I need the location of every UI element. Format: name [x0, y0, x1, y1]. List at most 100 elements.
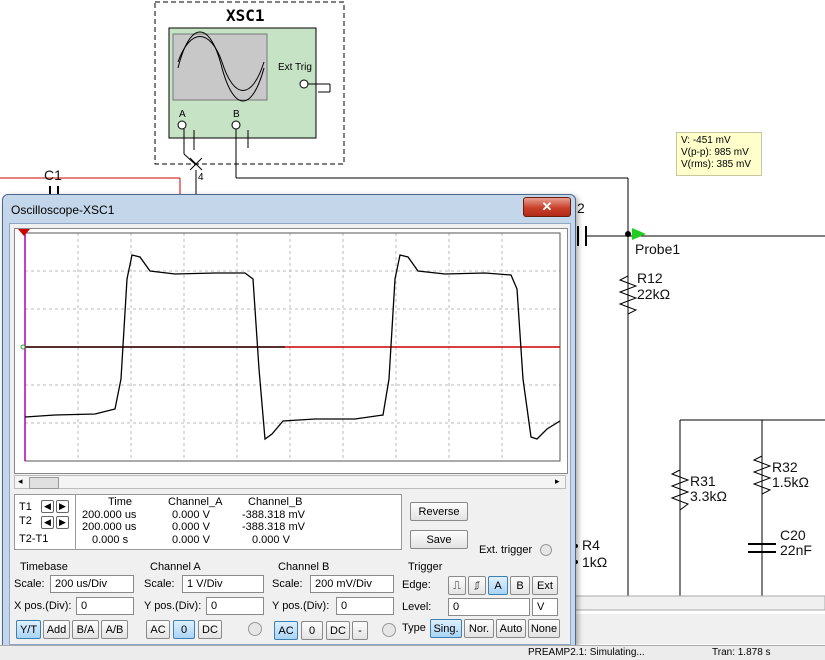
probe-v: V: -451 mV — [681, 135, 731, 146]
r4-value: 1kΩ — [582, 554, 608, 570]
c2-label: 2 — [577, 200, 585, 216]
status-message: PREAMP2.1: Simulating... — [528, 647, 645, 658]
falling-edge-icon[interactable]: ⎎ — [468, 576, 486, 595]
channel-b-zero-button[interactable]: 0 — [301, 621, 323, 640]
save-button[interactable]: Save — [410, 530, 468, 549]
c20-value: 22nF — [780, 542, 812, 558]
r31-value: 3.3kΩ — [690, 488, 727, 504]
mode-ab-button[interactable]: A/B — [101, 620, 128, 639]
channel-a-scale-field[interactable]: 1 V/Div — [182, 575, 264, 593]
c20-name: C20 — [780, 527, 806, 543]
col-channel-b: Channel_B — [248, 496, 303, 508]
channel-b-ypos-field[interactable]: 0 — [336, 597, 394, 615]
channel-b-terminal-label: B — [233, 109, 240, 120]
r32-value: 1.5kΩ — [772, 474, 809, 490]
oscilloscope-window: Oscilloscope-XSC1 ✕ ◂ ▸ T1 T2 T2-T1 ◀ ▶ … — [2, 194, 576, 650]
probe-tooltip: V: -451 mV V(p-p): 985 mV V(rms): 385 mV — [676, 132, 762, 176]
xpos-field[interactable]: 0 — [76, 597, 134, 615]
probe-vrms: V(rms): 385 mV — [681, 159, 752, 170]
status-tran: Tran: 1.878 s — [712, 647, 771, 658]
xpos-label: X pos.(Div): — [14, 600, 72, 612]
type-auto-button[interactable]: Auto — [496, 619, 526, 638]
waveform-plot — [18, 229, 561, 462]
type-normal-button[interactable]: Nor. — [464, 619, 494, 638]
t2-label: T2 — [19, 515, 32, 527]
probe-label[interactable]: Probe1 — [635, 242, 680, 256]
r4-name: R4 — [582, 537, 600, 553]
r12-name: R12 — [637, 270, 663, 286]
ext-trigger-terminal-icon[interactable] — [540, 544, 552, 556]
readout-grid: Time Channel_A Channel_B 200.000 us 0.00… — [75, 495, 402, 549]
t1-b: -388.318 mV — [242, 509, 305, 521]
mode-ba-button[interactable]: B/A — [72, 620, 99, 639]
timebase-title: Timebase — [20, 561, 68, 573]
trigger-title: Trigger — [408, 561, 443, 573]
dt-a: 0.000 V — [172, 534, 210, 546]
t1-time: 200.000 us — [82, 509, 137, 521]
channel-a-title: Channel A — [150, 561, 201, 573]
display-scrollbar[interactable]: ◂ ▸ — [14, 475, 566, 489]
level-label: Level: — [402, 601, 432, 613]
wire-label: 4 — [198, 172, 204, 183]
type-none-button[interactable]: None — [528, 619, 560, 638]
edge-a-button[interactable]: A — [488, 576, 508, 595]
edge-b-button[interactable]: B — [510, 576, 530, 595]
ext-trig-label: Ext Trig — [278, 62, 312, 73]
type-single-button[interactable]: Sing. — [430, 619, 462, 638]
scroll-right-icon[interactable]: ▸ — [555, 476, 560, 487]
scope-title: XSC1 — [226, 6, 265, 25]
r32-name: R32 — [772, 459, 798, 475]
channel-b-dc-button[interactable]: DC — [326, 621, 350, 640]
channel-b-title: Channel B — [278, 561, 330, 573]
channel-a-scale-label: Scale: — [144, 578, 175, 590]
channel-a-terminal-label: A — [179, 109, 186, 120]
channel-a-ypos-field[interactable]: 0 — [206, 597, 264, 615]
channel-b-scale-label: Scale: — [272, 578, 303, 590]
r12-value: 22kΩ — [637, 286, 671, 302]
dt-label: T2-T1 — [19, 533, 49, 545]
probe-marker — [632, 228, 646, 240]
timebase-scale-field[interactable]: 200 us/Div — [50, 575, 134, 593]
t2-a: 0.000 V — [172, 521, 210, 533]
rising-edge-icon[interactable]: ⎍ — [448, 576, 466, 595]
t1-label: T1 — [19, 501, 32, 513]
channel-b-terminal-icon[interactable] — [382, 623, 396, 637]
scroll-left-icon[interactable]: ◂ — [18, 476, 23, 487]
timebase-scale-label: Scale: — [14, 578, 45, 590]
reverse-button[interactable]: Reverse — [410, 502, 468, 521]
col-time: Time — [108, 496, 133, 508]
channel-a-ypos-label: Y pos.(Div): — [144, 600, 202, 612]
channel-b-invert-button[interactable]: - — [352, 621, 368, 640]
ext-trigger-label: Ext. trigger — [479, 544, 533, 556]
cursor-readout: T1 T2 T2-T1 ◀ ▶ ◀ ▶ Time Channel_A Chann… — [14, 494, 402, 550]
r31-name: R31 — [690, 473, 716, 489]
t2-left-arrow-icon[interactable]: ◀ — [41, 516, 54, 529]
level-unit-field[interactable]: V — [532, 598, 558, 616]
window-client: ◂ ▸ T1 T2 T2-T1 ◀ ▶ ◀ ▶ Time Channel_A C… — [9, 223, 571, 645]
edge-label: Edge: — [402, 579, 431, 591]
channel-a-zero-button[interactable]: 0 — [173, 620, 195, 639]
channel-a-ac-button[interactable]: AC — [146, 620, 170, 639]
close-button[interactable]: ✕ — [523, 197, 571, 217]
t2-right-arrow-icon[interactable]: ▶ — [56, 516, 69, 529]
level-field[interactable]: 0 — [448, 598, 530, 616]
dt-b: 0.000 V — [252, 534, 290, 546]
channel-b-scale-field[interactable]: 200 mV/Div — [310, 575, 394, 593]
t2-time: 200.000 us — [82, 521, 137, 533]
channel-a-terminal-icon[interactable] — [248, 622, 262, 636]
edge-ext-button[interactable]: Ext — [532, 576, 558, 595]
t1-right-arrow-icon[interactable]: ▶ — [56, 500, 69, 513]
probe-vpp: V(p-p): 985 mV — [681, 147, 749, 158]
type-label: Type — [402, 622, 426, 634]
t1-a: 0.000 V — [172, 509, 210, 521]
channel-b-ypos-label: Y pos.(Div): — [272, 600, 330, 612]
mode-yt-button[interactable]: Y/T — [16, 620, 41, 639]
channel-a-dc-button[interactable]: DC — [198, 620, 222, 639]
col-channel-a: Channel_A — [168, 496, 223, 508]
mode-add-button[interactable]: Add — [43, 620, 70, 639]
channel-b-ac-button[interactable]: AC — [274, 621, 298, 640]
window-title: Oscilloscope-XSC1 — [11, 203, 115, 217]
status-bar: PREAMP2.1: Simulating... Tran: 1.878 s — [0, 645, 825, 660]
t1-left-arrow-icon[interactable]: ◀ — [41, 500, 54, 513]
scroll-thumb[interactable] — [29, 477, 59, 489]
